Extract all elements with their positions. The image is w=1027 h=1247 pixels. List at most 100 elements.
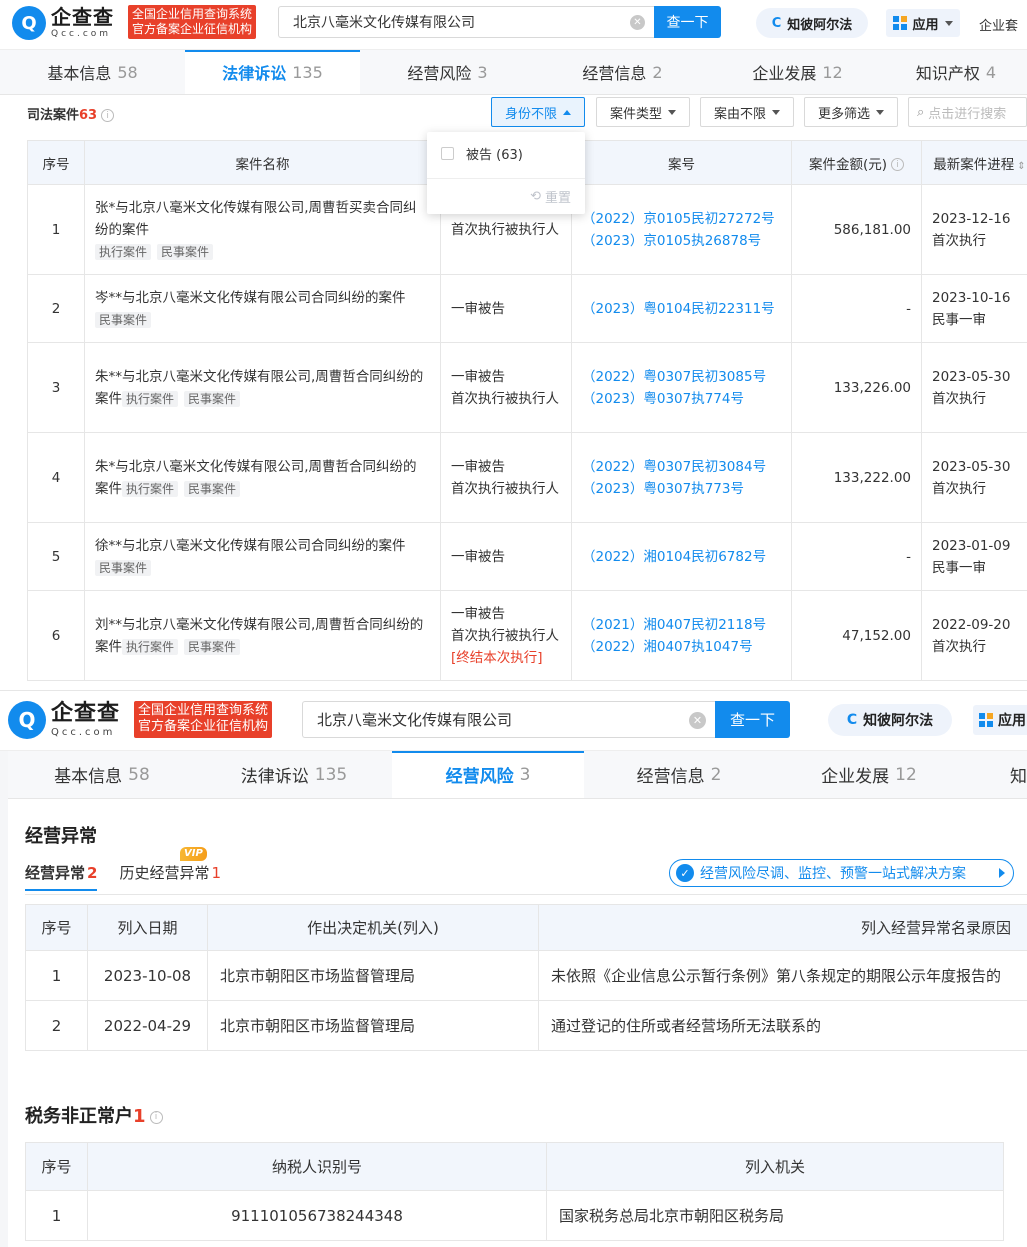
chevron-down-icon (668, 109, 676, 115)
shield-icon: ✓ (676, 864, 694, 882)
tax-section-title: 税务非正常户1 i (25, 1102, 163, 1128)
logo-en: Qcc.com (51, 726, 116, 738)
tab-legal[interactable]: 法律诉讼 135 (196, 751, 392, 798)
table-row: 1 2023-10-08 北京市朝阳区市场监督管理局 未依照《企业信息公示暂行条… (25, 950, 1027, 1001)
table-row: 5 徐**与北京八毫米文化传媒有限公司合同纠纷的案件 民事案件 一审被告 （202… (27, 522, 1027, 591)
tab-legal[interactable]: 法律诉讼 135 (185, 50, 360, 94)
chevron-up-icon (563, 109, 571, 115)
tab-ip[interactable]: 知 (964, 751, 1027, 798)
assistant-button[interactable]: C 知彼阿尔法 (756, 8, 868, 38)
vip-badge: VIP (180, 847, 207, 861)
abnormal-section-title: 经营异常 (25, 826, 97, 847)
screenshot-legal: Q 企查查 Qcc.com 全国企业信用查询系统 官方备案企业征信机构 北京八毫… (0, 0, 1027, 690)
abnormal-table: 序号 列入日期 作出决定机关(列入) 列入经营异常名录原因 1 2023-10-… (25, 904, 1027, 1051)
identity-filter-popup: 被告 (63) ⟲ 重置 (427, 132, 585, 214)
info-icon[interactable]: i (149, 1110, 163, 1124)
tab-development[interactable]: 企业发展 12 (774, 751, 964, 798)
table-row: 6 刘**与北京八毫米文化传媒有限公司,周曹哲合同纠纷的案件 执行案件 民事案件 一… (27, 590, 1027, 681)
tab-basic-info[interactable]: 基本信息 58 (8, 751, 196, 798)
table-header: 序号 纳税人识别号 列入机关 (25, 1142, 1004, 1191)
case-role: 一审被告 首次执行被执行人 (440, 342, 572, 433)
case-numbers: （2021）湘0407民初2118号 （2022）湘0407执1047号 (571, 590, 792, 681)
qcc-logo[interactable]: Q 企查查 Qcc.com (8, 701, 120, 739)
chevron-right-icon (999, 868, 1005, 878)
abnormal-subtabs: 经营异常 2 历史经营异常 1 (25, 862, 243, 891)
search-icon: ⌕ (917, 104, 925, 120)
clear-icon[interactable]: ✕ (630, 15, 645, 30)
tab-development[interactable]: 企业发展 12 (710, 50, 885, 94)
logo-cn: 企查查 (51, 5, 114, 29)
table-row: 1 911101056738244348 国家税务总局北京市朝阳区税务局 (25, 1190, 1004, 1241)
case-name[interactable]: 徐**与北京八毫米文化传媒有限公司合同纠纷的案件 民事案件 (84, 522, 441, 591)
subtab-history-abnormal[interactable]: 历史经营异常 1 (119, 862, 221, 891)
case-name[interactable]: 朱*与北京八毫米文化传媒有限公司,周曹哲合同纠纷的案件 执行案件 民事案件 (84, 432, 441, 523)
tab-basic-info[interactable]: 基本信息 58 (0, 50, 185, 94)
search-button[interactable]: 查一下 (715, 701, 790, 738)
case-name[interactable]: 张*与北京八毫米文化传媒有限公司,周曹哲买卖合同纠纷的案件 执行案件 民事案件 (84, 184, 441, 275)
official-badge: 全国企业信用查询系统 官方备案企业征信机构 (134, 701, 273, 738)
alpha-icon: C (771, 15, 782, 31)
case-role: 一审被告 (440, 274, 572, 343)
tab-operation-info[interactable]: 经营信息 2 (584, 751, 774, 798)
logo-cn: 企查查 (51, 700, 121, 726)
subtab-abnormal[interactable]: 经营异常 2 (25, 862, 98, 891)
info-icon: i (891, 158, 905, 171)
info-icon[interactable]: i (101, 109, 115, 122)
case-name[interactable]: 刘**与北京八毫米文化传媒有限公司,周曹哲合同纠纷的案件 执行案件 民事案件 (84, 590, 441, 681)
table-header: 序号 列入日期 作出决定机关(列入) 列入经营异常名录原因 (25, 904, 1027, 951)
tab-operation-info[interactable]: 经营信息 2 (535, 50, 710, 94)
tab-operation-risk[interactable]: 经营风险 3 (392, 751, 584, 798)
reset-button[interactable]: ⟲ 重置 (530, 187, 571, 206)
main-tabs: 基本信息 58 法律诉讼 135 经营风险 3 经营信息 2 企业发展 12 知识产权 4 (0, 50, 1027, 95)
chevron-down-icon (772, 109, 780, 115)
case-numbers: （2022）湘0104民初6782号 (571, 522, 792, 591)
main-tabs: 基本信息 58 法律诉讼 135 经营风险 3 经营信息 2 企业发展 12 知 (8, 751, 1027, 799)
tax-table: 序号 纳税人识别号 列入机关 1 911101056738244348 国家税务… (25, 1142, 1004, 1241)
judicial-table: 序号 案件名称 案号 案件金额(元) i 最新案件进程 ⇕ 1 张*与北京八毫米文化… (27, 140, 1027, 681)
search-button[interactable]: 查一下 (654, 6, 721, 38)
more-filter[interactable]: 更多筛选 (804, 97, 898, 127)
judicial-filter-bar: 司法案件63 i 身份不限 案件类型 案由不限 更多筛选 ⌕ 点击进行搜索 (0, 96, 1027, 132)
tab-ip[interactable]: 知识产权 4 (885, 50, 1027, 94)
logo-en: Qcc.com (51, 29, 112, 39)
alpha-icon: C (846, 712, 858, 728)
chevron-down-icon (876, 109, 884, 115)
qcc-logo-icon: Q (12, 6, 46, 40)
case-numbers: （2022）粤0307民初3084号 （2023）粤0307执773号 (571, 432, 792, 523)
case-role: 一审被告 首次执行被执行人 (440, 432, 572, 523)
search-input[interactable]: 北京八毫米文化传媒有限公司 (302, 701, 715, 738)
case-name[interactable]: 岑**与北京八毫米文化传媒有限公司合同纠纷的案件 民事案件 (84, 274, 441, 343)
filter-option-defendant[interactable]: 被告 (63) (441, 144, 523, 163)
app-grid-icon (893, 16, 908, 30)
risk-solution-banner[interactable]: ✓ 经营风险尽调、监控、预警一站式解决方案 (669, 859, 1014, 887)
app-menu-button[interactable]: 应用 (886, 9, 960, 37)
app-grid-icon (979, 713, 993, 727)
case-search-input[interactable]: ⌕ 点击进行搜索 (908, 97, 1027, 127)
reset-icon: ⟲ (530, 189, 541, 204)
case-cause-filter[interactable]: 案由不限 (700, 97, 794, 127)
table-row: 2 岑**与北京八毫米文化传媒有限公司合同纠纷的案件 民事案件 一审被告 （202… (27, 274, 1027, 343)
tab-operation-risk[interactable]: 经营风险 3 (360, 50, 535, 94)
identity-filter[interactable]: 身份不限 (491, 97, 585, 127)
case-name[interactable]: 朱**与北京八毫米文化传媒有限公司,周曹哲合同纠纷的案件 执行案件 民事案件 (84, 342, 441, 433)
judicial-title: 司法案件63 i (27, 104, 115, 123)
case-numbers: （2022）粤0307民初3085号 （2023）粤0307执774号 (571, 342, 792, 433)
top-header: Q 企查查 Qcc.com 全国企业信用查询系统 官方备案企业征信机构 北京八毫… (0, 0, 1027, 50)
qcc-logo-icon: Q (8, 701, 46, 739)
top-header: Q 企查查 Qcc.com 全国企业信用查询系统 官方备案企业征信机构 北京八毫… (0, 691, 1027, 751)
case-role: 一审被告 首次执行被执行人[终结本次执行] (440, 590, 572, 681)
qcc-logo[interactable]: Q 企查查 Qcc.com (12, 6, 114, 40)
case-numbers: （2022）京0105民初27272号 （2023）京0105执26878号 (571, 184, 792, 275)
assistant-button[interactable]: C 知彼阿尔法 (828, 704, 952, 736)
case-type-filter[interactable]: 案件类型 (596, 97, 690, 127)
table-row: 4 朱*与北京八毫米文化传媒有限公司,周曹哲合同纠纷的案件 执行案件 民事案件 一审… (27, 432, 1027, 523)
app-menu-button[interactable]: 应用 (973, 705, 1027, 735)
search-input[interactable]: 北京八毫米文化传媒有限公司 (278, 6, 654, 38)
screenshot-risk: Q 企查查 Qcc.com 全国企业信用查询系统 官方备案企业征信机构 北京八毫… (0, 690, 1027, 1247)
clear-icon[interactable]: ✕ (689, 712, 706, 729)
chevron-down-icon (944, 20, 953, 26)
enterprise-suite-link[interactable]: 企业套 (979, 15, 1018, 34)
checkbox[interactable] (441, 147, 454, 160)
table-row: 3 朱**与北京八毫米文化传媒有限公司,周曹哲合同纠纷的案件 执行案件 民事案件 一… (27, 342, 1027, 433)
case-numbers: （2023）粤0104民初22311号 (571, 274, 792, 343)
